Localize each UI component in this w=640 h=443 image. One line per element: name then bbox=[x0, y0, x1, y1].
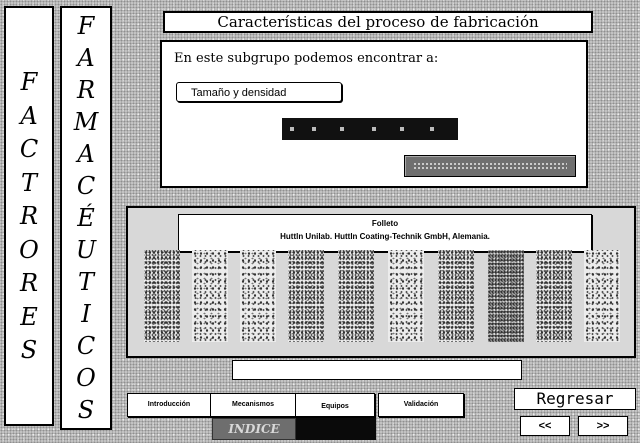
farmaceuticos-letter: A bbox=[77, 44, 95, 72]
coating-sample bbox=[488, 250, 524, 342]
factores-letter: R bbox=[19, 269, 39, 297]
black-panel bbox=[296, 418, 376, 440]
factores-letter: O bbox=[19, 235, 39, 264]
farmaceuticos-letter: A bbox=[77, 140, 95, 168]
topic-button-tamano-densidad[interactable]: Tamaño y densidad bbox=[176, 82, 342, 102]
factores-letter: R bbox=[19, 202, 39, 230]
status-bar bbox=[232, 360, 522, 380]
farmaceuticos-letter: É bbox=[77, 204, 95, 232]
screen-background: { "sidebar": { "factores": ["F","A","C",… bbox=[0, 0, 640, 443]
farmaceuticos-vertical-title: F A R M A C É U T I C O S bbox=[60, 6, 112, 430]
farmaceuticos-letter: R bbox=[76, 76, 96, 104]
factores-vertical-title: F A C T R O R E S bbox=[4, 6, 54, 426]
farmaceuticos-letter: O bbox=[76, 364, 96, 392]
tab-mecanismos[interactable]: Mecanismos bbox=[210, 393, 296, 417]
page-title: Características del proceso de fabricaci… bbox=[163, 11, 593, 33]
factores-letter: C bbox=[19, 135, 39, 163]
intro-text: En este subgrupo podemos encontrar a: bbox=[174, 51, 439, 66]
farmaceuticos-letter: F bbox=[77, 12, 95, 40]
info-panel: En este subgrupo podemos encontrar a: Ta… bbox=[160, 40, 588, 188]
factores-letter: S bbox=[20, 336, 38, 364]
next-button[interactable]: >> bbox=[578, 416, 628, 436]
indice-button[interactable]: INDICE bbox=[212, 418, 296, 440]
dark-link-bar[interactable] bbox=[282, 118, 458, 140]
coating-sample bbox=[288, 250, 324, 342]
folleto-caption: Folleto Huttln Unilab. Huttln Coating-Te… bbox=[178, 214, 592, 252]
farmaceuticos-letter: C bbox=[76, 172, 96, 200]
factores-letter: E bbox=[20, 302, 38, 331]
coating-sample bbox=[338, 250, 374, 342]
image-panel: Folleto Huttln Unilab. Huttln Coating-Te… bbox=[126, 206, 636, 358]
coating-sample bbox=[536, 250, 572, 342]
coating-sample bbox=[438, 250, 474, 342]
coating-sample bbox=[192, 250, 228, 342]
tab-equipos[interactable]: Equipos bbox=[295, 393, 375, 417]
coating-sample bbox=[144, 250, 180, 342]
farmaceuticos-letter: C bbox=[76, 332, 96, 360]
farmaceuticos-letter: S bbox=[77, 396, 95, 424]
farmaceuticos-letter: M bbox=[73, 108, 99, 136]
previous-button[interactable]: << bbox=[520, 416, 570, 436]
farmaceuticos-letter: T bbox=[77, 268, 94, 296]
gray-link-button[interactable] bbox=[404, 155, 576, 177]
farmaceuticos-letter: U bbox=[75, 236, 97, 264]
tab-validacion[interactable]: Validación bbox=[378, 393, 464, 417]
farmaceuticos-letter: I bbox=[81, 300, 91, 328]
folleto-title: Folleto bbox=[371, 219, 399, 228]
folleto-source: Huttln Unilab. Huttln Coating-Technik Gm… bbox=[280, 232, 490, 241]
regresar-button[interactable]: Regresar bbox=[514, 388, 636, 410]
factores-letter: F bbox=[20, 68, 38, 96]
factores-letter: T bbox=[20, 168, 37, 197]
coating-sample bbox=[240, 250, 276, 342]
coating-sample bbox=[388, 250, 424, 342]
coating-sample bbox=[584, 250, 620, 342]
factores-letter: A bbox=[20, 101, 38, 130]
tab-introduccion[interactable]: Introducción bbox=[127, 393, 211, 417]
coating-samples-image bbox=[144, 250, 624, 342]
